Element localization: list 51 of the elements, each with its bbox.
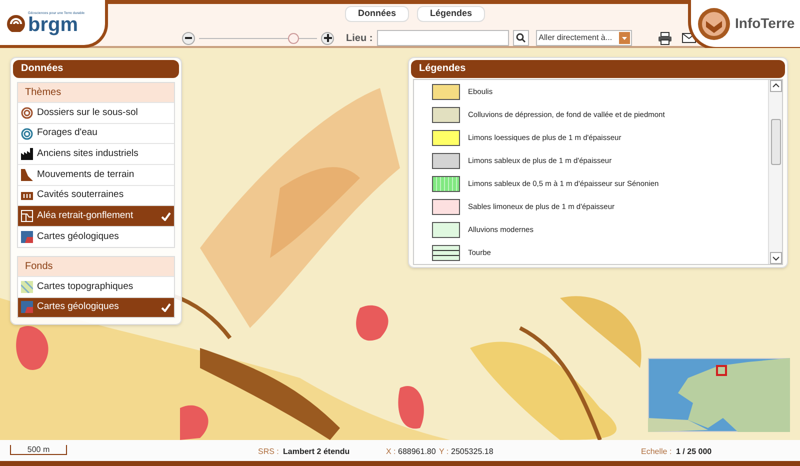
crack-icon bbox=[21, 210, 33, 222]
layer-item[interactable]: Cavités souterraines bbox=[18, 184, 174, 206]
scrollbar-thumb[interactable] bbox=[770, 119, 780, 165]
search-icon bbox=[516, 33, 526, 43]
caret-icon bbox=[618, 32, 630, 44]
checkmark-icon bbox=[161, 212, 171, 221]
scale-value: 1 / 25 000 bbox=[676, 446, 712, 458]
srs-label: SRS : bbox=[258, 446, 279, 458]
scroll-up-icon[interactable] bbox=[770, 80, 782, 92]
cavity-icon bbox=[21, 190, 33, 202]
y-value: 2505325.18 bbox=[451, 446, 494, 458]
section-header: Thèmes bbox=[18, 83, 174, 102]
x-label: X : bbox=[386, 446, 396, 458]
checkmark-icon bbox=[161, 302, 171, 312]
logo-icon bbox=[6, 14, 26, 32]
zoom-slider[interactable] bbox=[199, 32, 317, 44]
plus-icon bbox=[324, 34, 332, 42]
minus-icon bbox=[185, 37, 192, 39]
search-button[interactable] bbox=[512, 30, 529, 46]
printer-icon[interactable] bbox=[658, 32, 672, 44]
scrollbar[interactable] bbox=[768, 80, 782, 264]
srs-value: Lambert 2 étendu bbox=[283, 446, 350, 458]
tab[interactable]: Légendes bbox=[417, 6, 486, 22]
factory-icon bbox=[21, 148, 33, 160]
x-value: 688961.80 bbox=[398, 446, 436, 458]
geo-map-icon bbox=[21, 301, 33, 314]
tab[interactable]: Données bbox=[345, 6, 410, 22]
scroll-down-icon[interactable] bbox=[770, 252, 782, 264]
zoom-in-button[interactable] bbox=[321, 32, 334, 44]
panel-title: Données bbox=[13, 60, 179, 78]
topo-map-icon bbox=[21, 280, 33, 293]
brand-name: brgm bbox=[28, 14, 78, 34]
scale-bar: 500 m bbox=[10, 445, 67, 455]
scale-label: Echelle : bbox=[641, 446, 672, 458]
mail-icon[interactable] bbox=[682, 33, 696, 43]
y-label: Y : bbox=[439, 446, 449, 458]
layer-item[interactable]: Forages d'eau bbox=[18, 122, 174, 144]
geo-map-icon bbox=[21, 230, 33, 243]
logo-icon bbox=[697, 6, 731, 40]
location-label: Lieu : bbox=[346, 32, 373, 46]
spiral-icon bbox=[21, 128, 33, 140]
zoom-out-button[interactable] bbox=[182, 32, 195, 44]
goto-dropdown[interactable]: Aller directement à... bbox=[536, 30, 632, 46]
section-header: Fonds bbox=[18, 256, 174, 276]
app-name: InfoTerre bbox=[735, 14, 795, 33]
layer-item[interactable]: Cartes géologiques bbox=[18, 296, 174, 318]
location-field[interactable] bbox=[376, 30, 509, 46]
spiral-icon bbox=[21, 106, 33, 119]
panel-title: Légendes bbox=[411, 60, 785, 78]
slope-icon bbox=[21, 168, 33, 181]
layer-item[interactable]: Aléa retrait-gonflement bbox=[18, 205, 174, 226]
